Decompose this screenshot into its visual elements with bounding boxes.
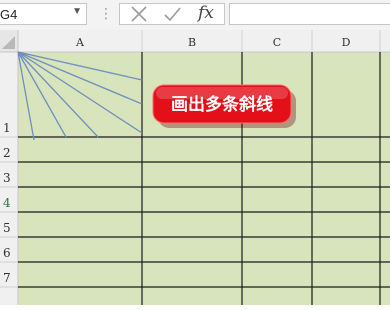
row-header-6[interactable]: 6: [3, 246, 11, 260]
cancel-button[interactable]: [124, 4, 152, 24]
callout-text: 画出多条斜线: [171, 94, 273, 115]
formula-input[interactable]: [229, 3, 390, 25]
column-header-b[interactable]: B: [188, 36, 196, 49]
row-header-5[interactable]: 5: [3, 221, 11, 235]
checkmark-icon: [164, 7, 181, 22]
formula-bar-buttons: fx: [119, 3, 225, 25]
row-header-2[interactable]: 2: [3, 146, 11, 160]
row-header-3[interactable]: 3: [3, 171, 11, 185]
name-box[interactable]: G4 ▼: [0, 3, 87, 25]
name-box-value: G4: [0, 7, 18, 22]
column-header-d[interactable]: D: [342, 36, 351, 49]
name-box-dropdown-icon[interactable]: ▼: [72, 6, 82, 17]
row-header-4[interactable]: 4: [3, 196, 11, 210]
formula-bar: G4 ▼ ⋮ fx: [0, 0, 390, 31]
row-header-7[interactable]: 7: [3, 271, 11, 285]
cancel-x-icon: [131, 6, 147, 22]
column-header-c[interactable]: C: [273, 36, 281, 49]
formula-bar-grip-icon: ⋮: [99, 5, 113, 21]
worksheet[interactable]: A B C D 1 2 3 4 5 6 7 画出多条斜线: [0, 30, 390, 305]
column-header-a[interactable]: A: [75, 36, 85, 49]
worksheet-grid: A B C D 1 2 3 4 5 6 7 画出多条斜线: [0, 30, 390, 305]
confirm-button[interactable]: [158, 4, 186, 24]
row-header-1[interactable]: 1: [3, 121, 11, 135]
insert-function-button[interactable]: fx: [198, 3, 214, 23]
